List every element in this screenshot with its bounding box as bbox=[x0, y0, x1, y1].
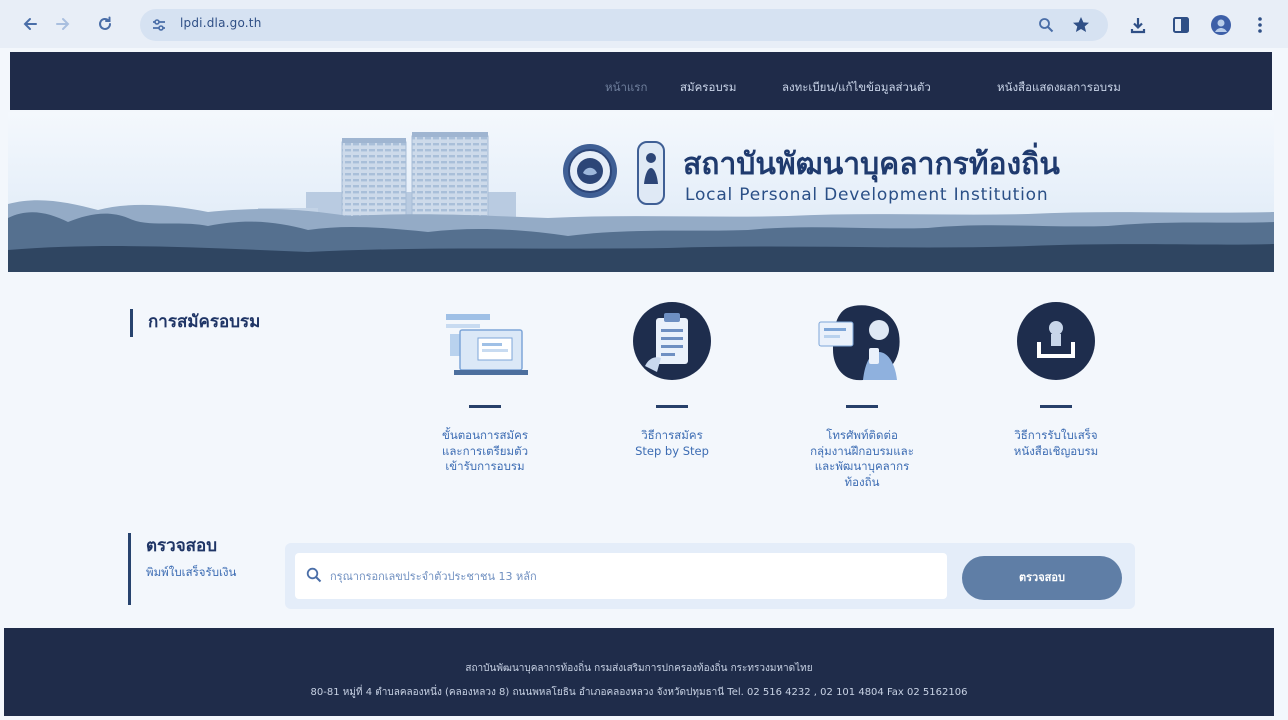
url-text[interactable]: lpdi.dla.go.th bbox=[180, 16, 262, 30]
nav-item-register-training[interactable]: สมัครอบรม bbox=[680, 79, 736, 97]
site-title-english: Local Personal Development Institution bbox=[685, 185, 1049, 205]
address-bar[interactable] bbox=[140, 9, 1108, 41]
check-heading: ตรวจสอบ bbox=[146, 536, 218, 556]
card-label-receipt-invitation[interactable]: วิธีการรับใบเสร็จ หนังสือเชิญอบรม bbox=[976, 428, 1136, 459]
nav-item-signup-edit-profile[interactable]: ลงทะเบียน/แก้ไขข้อมูลส่วนตัว bbox=[782, 79, 931, 97]
institution-emblem-logo bbox=[563, 144, 617, 198]
footer-organization: สถาบันพัฒนาบุคลากรท้องถิ่น กรมส่งเสริมกา… bbox=[465, 663, 813, 674]
bookmark-star-icon[interactable] bbox=[1071, 15, 1091, 35]
card-label-line[interactable]: และการเตรียมตัว bbox=[405, 444, 565, 460]
department-logo bbox=[637, 141, 665, 205]
site-settings-icon[interactable] bbox=[150, 16, 168, 34]
laptop-form-icon[interactable] bbox=[440, 296, 530, 386]
card-divider bbox=[846, 405, 878, 408]
zoom-icon[interactable] bbox=[1037, 16, 1055, 34]
forward-arrow-icon[interactable] bbox=[54, 15, 72, 33]
site-title-thai: สถาบันพัฒนาบุคลากรท้องถิ่น bbox=[683, 147, 1060, 182]
card-label-contact-phone[interactable]: โทรศัพท์ติดต่อ กลุ่มงานฝึกอบรมและ และพัฒ… bbox=[782, 428, 942, 490]
check-button[interactable]: ตรวจสอบ bbox=[962, 556, 1122, 600]
reload-icon[interactable] bbox=[96, 15, 114, 33]
card-divider bbox=[1040, 405, 1072, 408]
download-tray-icon[interactable] bbox=[1011, 296, 1101, 386]
back-arrow-icon[interactable] bbox=[21, 15, 39, 33]
nav-item-training-certificate[interactable]: หนังสือแสดงผลการอบรม bbox=[997, 79, 1121, 97]
card-label-line[interactable]: กลุ่มงานฝึกอบรมและ bbox=[782, 444, 942, 460]
registration-heading: การสมัครอบรม bbox=[148, 312, 261, 332]
card-label-line[interactable]: วิธีการรับใบเสร็จ bbox=[976, 428, 1136, 444]
clipboard-icon[interactable] bbox=[627, 296, 717, 386]
nav-item-home[interactable]: หน้าแรก bbox=[605, 79, 647, 97]
section-accent-bar bbox=[128, 533, 131, 605]
download-icon[interactable] bbox=[1128, 15, 1148, 35]
card-label-line[interactable]: ขั้นตอนการสมัคร bbox=[405, 428, 565, 444]
contact-person-icon[interactable] bbox=[817, 296, 907, 386]
card-label-line[interactable]: ท้องถิ่น bbox=[782, 475, 942, 491]
card-label-registration-steps[interactable]: ขั้นตอนการสมัคร และการเตรียมตัว เข้ารับก… bbox=[405, 428, 565, 475]
card-label-line[interactable]: Step by Step bbox=[592, 444, 752, 460]
side-panel-icon[interactable] bbox=[1171, 15, 1191, 35]
card-divider bbox=[656, 405, 688, 408]
card-label-step-by-step[interactable]: วิธีการสมัคร Step by Step bbox=[592, 428, 752, 459]
card-label-line[interactable]: หนังสือเชิญอบรม bbox=[976, 444, 1136, 460]
section-accent-bar bbox=[130, 309, 133, 337]
search-icon bbox=[306, 567, 322, 583]
card-label-line[interactable]: วิธีการสมัคร bbox=[592, 428, 752, 444]
profile-avatar-icon[interactable] bbox=[1210, 14, 1232, 36]
card-divider bbox=[469, 405, 501, 408]
id-number-input[interactable] bbox=[328, 560, 928, 592]
card-label-line[interactable]: และพัฒนาบุคลากร bbox=[782, 459, 942, 475]
card-label-line[interactable]: เข้ารับการอบรม bbox=[405, 459, 565, 475]
check-subheading: พิมพ์ใบเสร็จรับเงิน bbox=[146, 565, 237, 579]
footer-address-contact: 80-81 หมู่ที่ 4 ตำบลคลองหนึ่ง (คลองหลวง … bbox=[310, 687, 968, 698]
card-label-line[interactable]: โทรศัพท์ติดต่อ bbox=[782, 428, 942, 444]
browser-menu-icon[interactable] bbox=[1254, 15, 1266, 35]
